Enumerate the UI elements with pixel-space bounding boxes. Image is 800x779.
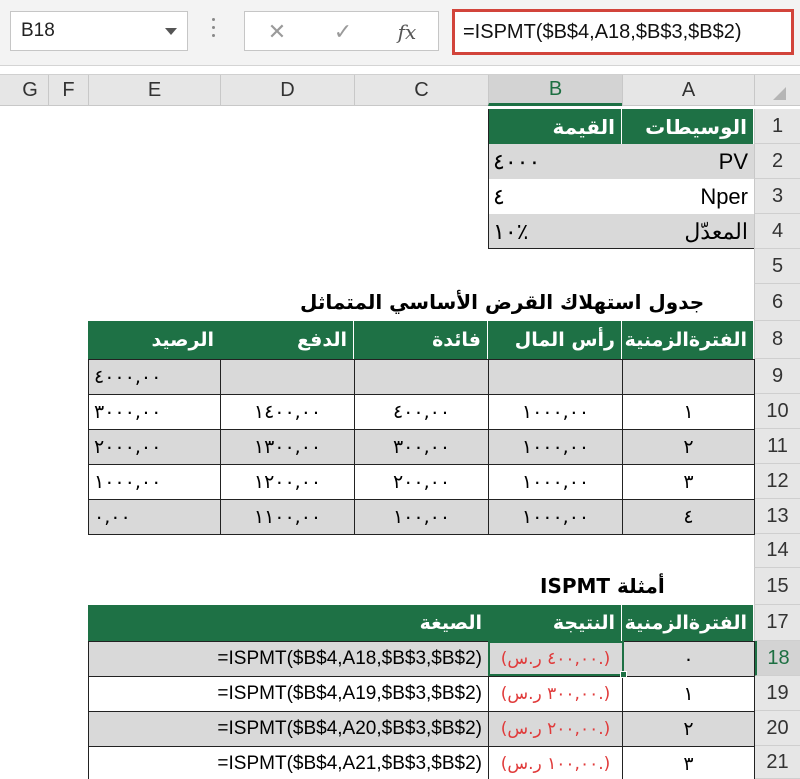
- example-result[interactable]: (٣٠٠,٠٠ ر.س.): [488, 676, 623, 712]
- column-headers: G F E D C B A: [0, 74, 800, 106]
- row-header-10[interactable]: 10: [754, 394, 800, 429]
- loan-cell-interest[interactable]: ٢٠٠,٠٠: [354, 464, 489, 500]
- example-formula[interactable]: =ISPMT($B$4,A18,$B$3,$B$2): [88, 641, 489, 677]
- column-header-f[interactable]: F: [48, 75, 88, 106]
- loan-cell-principal[interactable]: ١٠٠٠,٠٠: [488, 429, 623, 465]
- row-header-9[interactable]: 9: [754, 359, 800, 394]
- loan-cell-period[interactable]: ١: [622, 394, 755, 430]
- loan-header-balance[interactable]: الرصيد: [88, 321, 220, 359]
- loan-table-title[interactable]: جدول استهلاك القرض الأساسي المتماثل: [300, 284, 754, 319]
- loan-cell-payment[interactable]: ١٣٠٠,٠٠: [220, 429, 355, 465]
- row-header-4[interactable]: 4: [754, 214, 800, 249]
- example-period[interactable]: ٣: [622, 746, 755, 779]
- loan-cell-balance[interactable]: ٢٠٠٠,٠٠: [88, 429, 221, 465]
- examples-header-formula[interactable]: الصيغة: [88, 605, 488, 641]
- row-header-8[interactable]: 8: [754, 321, 800, 359]
- examples-title[interactable]: أمثلة ISPMT: [540, 568, 754, 603]
- loan-header-period[interactable]: الفترةالزمنية: [622, 321, 754, 359]
- formula-toolbar: B18 ✕ ✓ fx =ISPMT($B$4,A18,$B$3,$B$2): [0, 0, 800, 66]
- row-header-19[interactable]: 19: [754, 676, 800, 711]
- enter-icon[interactable]: ✓: [321, 16, 365, 48]
- row-header-20[interactable]: 20: [754, 711, 800, 746]
- row-header-3[interactable]: 3: [754, 179, 800, 214]
- example-result[interactable]: (١٠٠,٠٠ ر.س.): [488, 746, 623, 779]
- column-header-c[interactable]: C: [354, 75, 488, 106]
- loan-cell-balance[interactable]: ٣٠٠٠,٠٠: [88, 394, 221, 430]
- params-header-value[interactable]: القيمة: [488, 109, 622, 144]
- column-header-a[interactable]: A: [622, 75, 754, 106]
- loan-cell-principal[interactable]: ١٠٠٠,٠٠: [488, 499, 623, 535]
- param-value[interactable]: ٤: [488, 179, 622, 214]
- examples-header-period[interactable]: الفترةالزمنية: [622, 605, 754, 641]
- param-name[interactable]: المعدّل: [622, 214, 754, 249]
- row-header-13[interactable]: 13: [754, 499, 800, 534]
- row-header-18[interactable]: 18: [754, 641, 800, 676]
- params-header-name[interactable]: الوسيطات: [622, 109, 754, 144]
- loan-cell-interest[interactable]: [354, 359, 489, 395]
- loan-cell-balance[interactable]: ٠,٠٠: [88, 499, 221, 535]
- row-header-2[interactable]: 2: [754, 144, 800, 179]
- loan-header-payment[interactable]: الدفع: [220, 321, 354, 359]
- select-all-corner[interactable]: [754, 75, 800, 106]
- example-result[interactable]: (٤٠٠,٠٠ ر.س.): [488, 641, 623, 677]
- example-period[interactable]: ١: [622, 676, 755, 712]
- loan-cell-principal[interactable]: ١٠٠٠,٠٠: [488, 394, 623, 430]
- name-box[interactable]: B18: [10, 11, 188, 51]
- fill-handle[interactable]: [620, 671, 627, 678]
- loan-cell-payment[interactable]: [220, 359, 355, 395]
- column-header-e[interactable]: E: [88, 75, 220, 106]
- example-formula[interactable]: =ISPMT($B$4,A21,$B$3,$B$2): [88, 746, 489, 779]
- param-value[interactable]: ١٠٪: [488, 214, 622, 249]
- row-header-17[interactable]: 17: [754, 605, 800, 641]
- example-period[interactable]: ٠: [622, 641, 755, 677]
- loan-cell-period[interactable]: [622, 359, 755, 395]
- loan-cell-payment[interactable]: ١٤٠٠,٠٠: [220, 394, 355, 430]
- row-header-14[interactable]: 14: [754, 534, 800, 568]
- example-formula[interactable]: =ISPMT($B$4,A20,$B$3,$B$2): [88, 711, 489, 747]
- loan-cell-interest[interactable]: ٤٠٠,٠٠: [354, 394, 489, 430]
- loan-header-principal[interactable]: رأس المال: [488, 321, 622, 359]
- row-header-15[interactable]: 15: [754, 568, 800, 605]
- example-period[interactable]: ٢: [622, 711, 755, 747]
- grip-dots-icon[interactable]: [212, 18, 216, 44]
- formula-buttons: ✕ ✓ fx: [244, 11, 439, 51]
- loan-cell-principal[interactable]: [488, 359, 623, 395]
- loan-cell-period[interactable]: ٤: [622, 499, 755, 535]
- loan-cell-interest[interactable]: ١٠٠,٠٠: [354, 499, 489, 535]
- loan-cell-period[interactable]: ٣: [622, 464, 755, 500]
- column-header-g[interactable]: G: [12, 75, 48, 106]
- row-header-5[interactable]: 5: [754, 249, 800, 284]
- chevron-down-icon[interactable]: [165, 28, 177, 35]
- row-header-6[interactable]: 6: [754, 284, 800, 321]
- column-header-b[interactable]: B: [488, 75, 622, 106]
- loan-cell-balance[interactable]: ١٠٠٠,٠٠: [88, 464, 221, 500]
- loan-cell-payment[interactable]: ١٢٠٠,٠٠: [220, 464, 355, 500]
- row-header-12[interactable]: 12: [754, 464, 800, 499]
- example-result[interactable]: (٢٠٠,٠٠ ر.س.): [488, 711, 623, 747]
- loan-header-interest[interactable]: فائدة: [354, 321, 488, 359]
- loan-cell-principal[interactable]: ١٠٠٠,٠٠: [488, 464, 623, 500]
- loan-cell-balance[interactable]: ٤٠٠٠,٠٠: [88, 359, 221, 395]
- name-box-value: B18: [21, 20, 55, 41]
- param-name[interactable]: PV: [622, 144, 754, 179]
- row-header-1[interactable]: 1: [754, 109, 800, 144]
- cancel-icon[interactable]: ✕: [255, 16, 299, 48]
- row-header-11[interactable]: 11: [754, 429, 800, 464]
- loan-cell-period[interactable]: ٢: [622, 429, 755, 465]
- loan-cell-interest[interactable]: ٣٠٠,٠٠: [354, 429, 489, 465]
- insert-function-icon[interactable]: fx: [385, 16, 429, 48]
- formula-input[interactable]: =ISPMT($B$4,A18,$B$3,$B$2): [452, 9, 794, 55]
- param-value[interactable]: ٤٠٠٠: [488, 144, 622, 179]
- row-header-21[interactable]: 21: [754, 746, 800, 779]
- example-formula[interactable]: =ISPMT($B$4,A19,$B$3,$B$2): [88, 676, 489, 712]
- select-all-triangle-icon[interactable]: [773, 87, 786, 100]
- param-name[interactable]: Nper: [622, 179, 754, 214]
- loan-cell-payment[interactable]: ١١٠٠,٠٠: [220, 499, 355, 535]
- examples-header-result[interactable]: النتيجة: [488, 605, 622, 641]
- column-header-d[interactable]: D: [220, 75, 354, 106]
